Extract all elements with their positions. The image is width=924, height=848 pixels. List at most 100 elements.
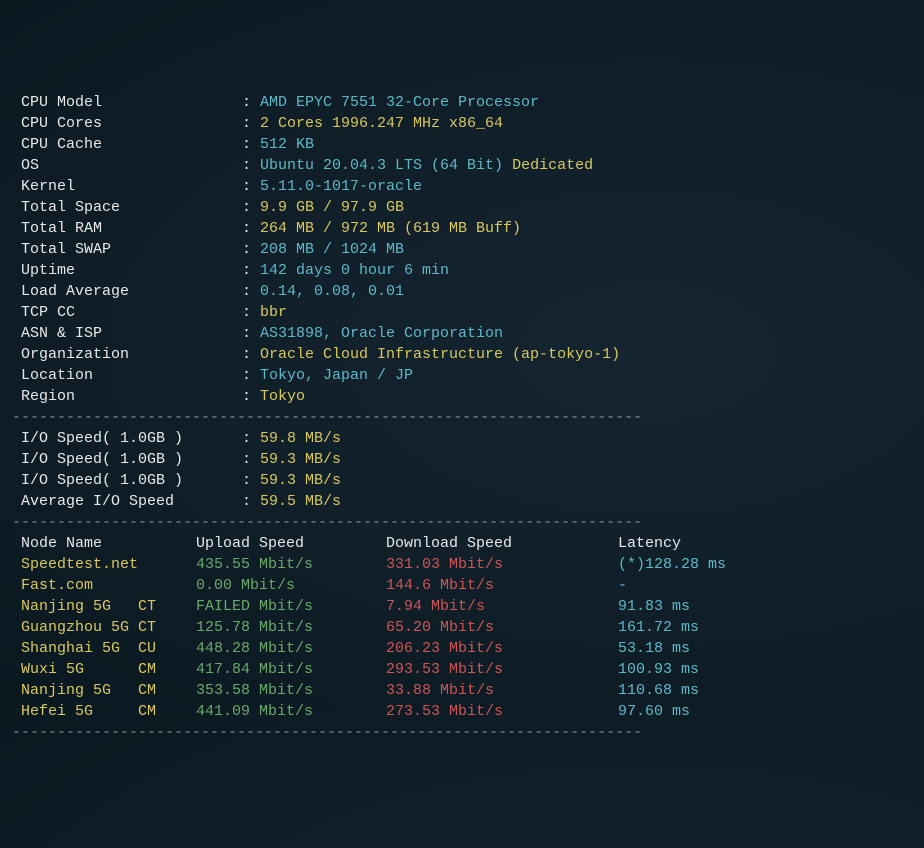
sysinfo-label: Region — [12, 386, 242, 407]
net-node: Fast.com — [12, 575, 196, 596]
sysinfo-label: Uptime — [12, 260, 242, 281]
net-upload: 0.00 Mbit/s — [196, 575, 386, 596]
sysinfo-value: 2 Cores 1996.247 MHz x86_64 — [260, 115, 503, 132]
sysinfo-label: CPU Cache — [12, 134, 242, 155]
sysinfo-label: CPU Cores — [12, 113, 242, 134]
net-upload: 441.09 Mbit/s — [196, 701, 386, 722]
net-download: 65.20 Mbit/s — [386, 617, 618, 638]
net-header: Node NameUpload SpeedDownload SpeedLaten… — [12, 533, 912, 554]
sysinfo-value: 0.14, 0.08, 0.01 — [260, 283, 404, 300]
sysinfo-row: Location: Tokyo, Japan / JP — [12, 365, 912, 386]
net-latency: 97.60 ms — [618, 701, 690, 722]
sysinfo-label: Organization — [12, 344, 242, 365]
net-node: Shanghai 5G CU — [12, 638, 196, 659]
net-row: Wuxi 5G CM417.84 Mbit/s293.53 Mbit/s100.… — [12, 659, 912, 680]
sysinfo-value: Oracle Cloud Infrastructure (ap-tokyo-1) — [260, 346, 620, 363]
net-node: Speedtest.net — [12, 554, 196, 575]
io-label: Average I/O Speed — [12, 491, 242, 512]
net-node: Guangzhou 5G CT — [12, 617, 196, 638]
net-upload: 435.55 Mbit/s — [196, 554, 386, 575]
net-download: 293.53 Mbit/s — [386, 659, 618, 680]
header-download: Download Speed — [386, 533, 618, 554]
sysinfo-label: CPU Model — [12, 92, 242, 113]
terminal-output: CPU Model: AMD EPYC 7551 32-Core Process… — [12, 92, 912, 743]
sysinfo-row: CPU Cache: 512 KB — [12, 134, 912, 155]
sysinfo-value: 9.9 GB / 97.9 GB — [260, 199, 404, 216]
io-label: I/O Speed( 1.0GB ) — [12, 449, 242, 470]
sysinfo-row: Total Space: 9.9 GB / 97.9 GB — [12, 197, 912, 218]
sysinfo-row: Total RAM: 264 MB / 972 MB (619 MB Buff) — [12, 218, 912, 239]
sysinfo-row: Kernel: 5.11.0-1017-oracle — [12, 176, 912, 197]
net-upload: FAILED Mbit/s — [196, 596, 386, 617]
io-row: I/O Speed( 1.0GB ): 59.3 MB/s — [12, 470, 912, 491]
net-upload: 125.78 Mbit/s — [196, 617, 386, 638]
net-row: Speedtest.net435.55 Mbit/s331.03 Mbit/s(… — [12, 554, 912, 575]
io-row: Average I/O Speed: 59.5 MB/s — [12, 491, 912, 512]
sysinfo-label: Location — [12, 365, 242, 386]
sysinfo-row: Uptime: 142 days 0 hour 6 min — [12, 260, 912, 281]
sysinfo-value: 208 MB / 1024 MB — [260, 241, 404, 258]
sysinfo-value: Tokyo, Japan / JP — [260, 367, 413, 384]
sysinfo-label: Kernel — [12, 176, 242, 197]
net-latency: 91.83 ms — [618, 596, 690, 617]
net-row: Guangzhou 5G CT125.78 Mbit/s65.20 Mbit/s… — [12, 617, 912, 638]
sysinfo-extra: Dedicated — [512, 157, 593, 174]
net-latency: 161.72 ms — [618, 617, 699, 638]
sysinfo-row: Load Average: 0.14, 0.08, 0.01 — [12, 281, 912, 302]
net-row: Shanghai 5G CU448.28 Mbit/s206.23 Mbit/s… — [12, 638, 912, 659]
header-upload: Upload Speed — [196, 533, 386, 554]
sysinfo-label: Total RAM — [12, 218, 242, 239]
divider: ----------------------------------------… — [12, 512, 912, 533]
sysinfo-label: TCP CC — [12, 302, 242, 323]
net-node: Hefei 5G CM — [12, 701, 196, 722]
net-node: Wuxi 5G CM — [12, 659, 196, 680]
net-download: 273.53 Mbit/s — [386, 701, 618, 722]
sysinfo-value: 5.11.0-1017-oracle — [260, 178, 422, 195]
io-row: I/O Speed( 1.0GB ): 59.3 MB/s — [12, 449, 912, 470]
sysinfo-value: AMD EPYC 7551 32-Core Processor — [260, 94, 539, 111]
sysinfo-value: 512 KB — [260, 136, 314, 153]
sysinfo-value: 264 MB / 972 MB (619 MB Buff) — [260, 220, 521, 237]
sysinfo-row: Total SWAP: 208 MB / 1024 MB — [12, 239, 912, 260]
io-row: I/O Speed( 1.0GB ): 59.8 MB/s — [12, 428, 912, 449]
sysinfo-value: bbr — [260, 304, 287, 321]
sysinfo-label: Total SWAP — [12, 239, 242, 260]
header-latency: Latency — [618, 533, 681, 554]
sysinfo-row: TCP CC: bbr — [12, 302, 912, 323]
net-upload: 353.58 Mbit/s — [196, 680, 386, 701]
net-upload: 448.28 Mbit/s — [196, 638, 386, 659]
net-row: Hefei 5G CM441.09 Mbit/s273.53 Mbit/s97.… — [12, 701, 912, 722]
net-row: Fast.com0.00 Mbit/s144.6 Mbit/s- — [12, 575, 912, 596]
net-download: 331.03 Mbit/s — [386, 554, 618, 575]
net-latency: - — [618, 575, 627, 596]
net-row: Nanjing 5G CM353.58 Mbit/s33.88 Mbit/s11… — [12, 680, 912, 701]
io-label: I/O Speed( 1.0GB ) — [12, 428, 242, 449]
net-latency: 53.18 ms — [618, 638, 690, 659]
sysinfo-row: Organization: Oracle Cloud Infrastructur… — [12, 344, 912, 365]
sysinfo-label: Load Average — [12, 281, 242, 302]
sysinfo-value: Tokyo — [260, 388, 305, 405]
sysinfo-label: ASN & ISP — [12, 323, 242, 344]
io-value: 59.8 MB/s — [260, 430, 341, 447]
io-label: I/O Speed( 1.0GB ) — [12, 470, 242, 491]
sysinfo-row: ASN & ISP: AS31898, Oracle Corporation — [12, 323, 912, 344]
sysinfo-row: OS: Ubuntu 20.04.3 LTS (64 Bit) Dedicate… — [12, 155, 912, 176]
sysinfo-value: AS31898, Oracle Corporation — [260, 325, 503, 342]
sysinfo-row: Region: Tokyo — [12, 386, 912, 407]
io-value: 59.5 MB/s — [260, 493, 341, 510]
net-upload: 417.84 Mbit/s — [196, 659, 386, 680]
net-download: 144.6 Mbit/s — [386, 575, 618, 596]
io-value: 59.3 MB/s — [260, 472, 341, 489]
sysinfo-label: Total Space — [12, 197, 242, 218]
sysinfo-value: 142 days 0 hour 6 min — [260, 262, 449, 279]
net-download: 7.94 Mbit/s — [386, 596, 618, 617]
net-latency: 100.93 ms — [618, 659, 699, 680]
sysinfo-row: CPU Model: AMD EPYC 7551 32-Core Process… — [12, 92, 912, 113]
net-row: Nanjing 5G CTFAILED Mbit/s7.94 Mbit/s91.… — [12, 596, 912, 617]
sysinfo-label: OS — [12, 155, 242, 176]
sysinfo-row: CPU Cores: 2 Cores 1996.247 MHz x86_64 — [12, 113, 912, 134]
io-value: 59.3 MB/s — [260, 451, 341, 468]
net-node: Nanjing 5G CM — [12, 680, 196, 701]
net-download: 206.23 Mbit/s — [386, 638, 618, 659]
divider: ----------------------------------------… — [12, 407, 912, 428]
